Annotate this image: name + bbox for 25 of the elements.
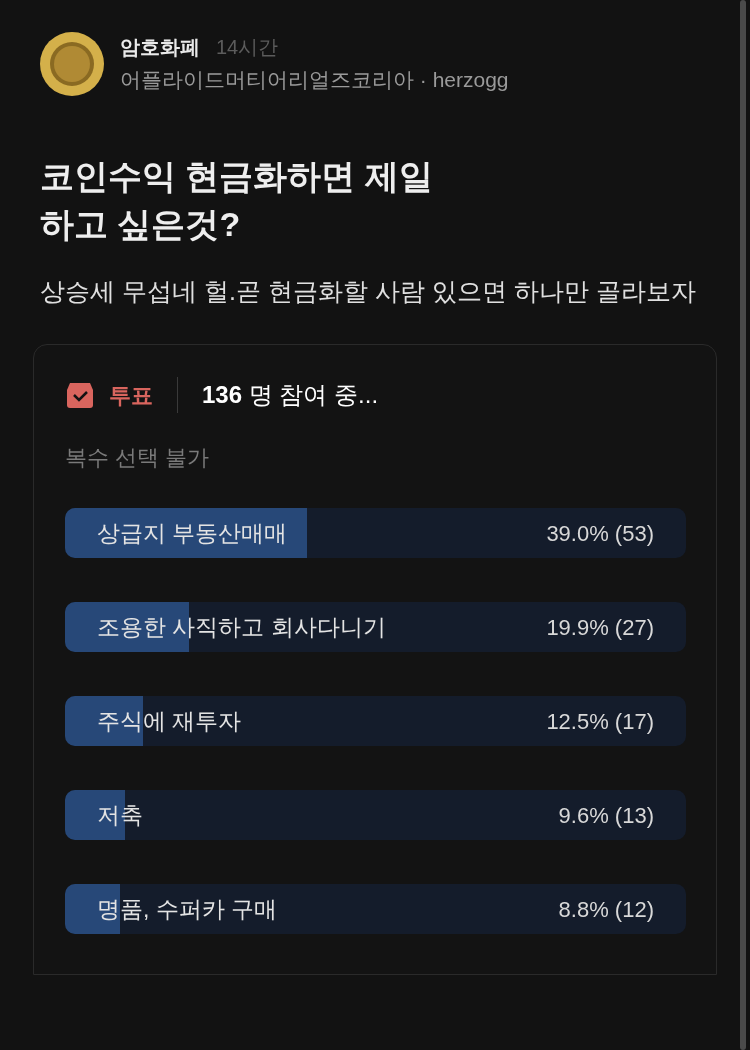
post-time: 14시간 [216, 35, 279, 61]
option-text: 저축 [97, 800, 143, 830]
option-text: 상급지 부동산매매 [97, 518, 288, 548]
poll-option[interactable]: 저축 9.6% (13) [65, 790, 686, 840]
option-text: 조용한 사직하고 회사다니기 [97, 612, 386, 642]
option-text: 주식에 재투자 [97, 706, 242, 736]
option-result: 39.0% (53) [546, 519, 654, 548]
participant-count: 136 명 참여 중... [202, 380, 379, 410]
coin-avatar-icon[interactable] [40, 32, 104, 96]
poll-label: 투표 [109, 381, 153, 410]
post-title: 코인수익 현금화하면 제일 하고 싶은것? [40, 156, 434, 245]
poll-option[interactable]: 상급지 부동산매매 39.0% (53) [65, 508, 686, 558]
ballot-box-icon [65, 380, 95, 410]
option-result: 9.6% (13) [558, 801, 654, 830]
community-name[interactable]: 암호화폐 [120, 32, 200, 63]
option-result: 12.5% (17) [546, 707, 654, 736]
post-body: 상승세 무섭네 헐.곧 현금화할 사람 있으면 하나만 골라보자 [40, 276, 697, 307]
option-result: 19.9% (27) [546, 613, 654, 642]
option-result: 8.8% (12) [558, 895, 654, 924]
poll-option[interactable]: 명품, 수퍼카 구매 8.8% (12) [65, 884, 686, 934]
option-text: 명품, 수퍼카 구매 [97, 894, 278, 924]
author-line: 어플라이드머티어리얼즈코리아 · herzogg [120, 67, 509, 94]
poll-note: 복수 선택 불가 [65, 444, 211, 472]
poll-option[interactable]: 조용한 사직하고 회사다니기 19.9% (27) [65, 602, 686, 652]
poll-option[interactable]: 주식에 재투자 12.5% (17) [65, 696, 686, 746]
